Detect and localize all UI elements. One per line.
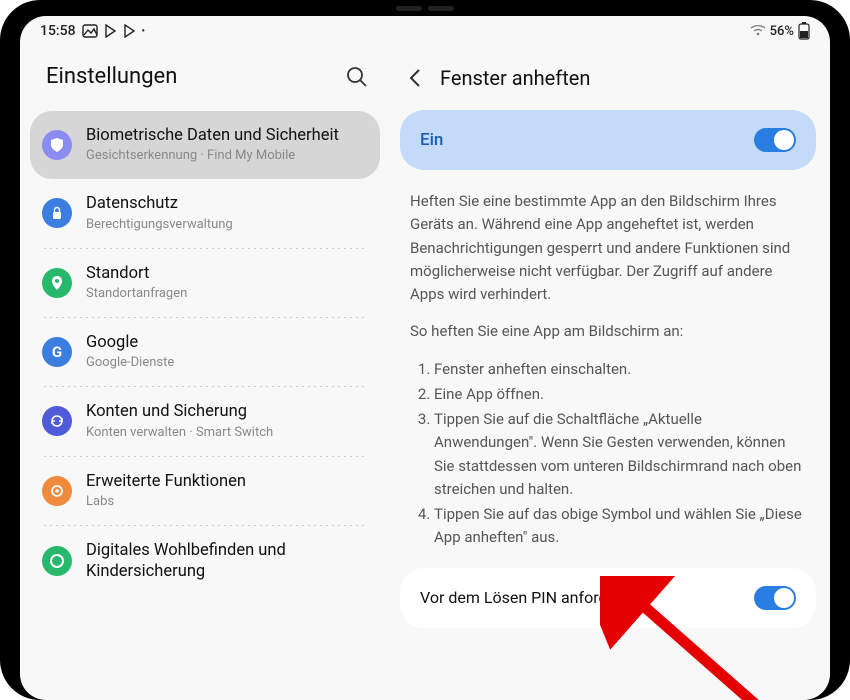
shield-icon — [49, 137, 65, 153]
page-title: Einstellungen — [46, 64, 177, 89]
sidebar-item-digital-wellbeing[interactable]: Digitales Wohlbefinden und Kindersicheru… — [20, 526, 390, 597]
pin-toggle-label: Vor dem Lösen PIN anfordern — [420, 588, 630, 607]
step-item: Tippen Sie auf das obige Symbol und wähl… — [434, 503, 806, 550]
sync-icon — [49, 413, 65, 429]
settings-list[interactable]: Biometrische Daten und Sicherheit Gesich… — [20, 111, 390, 700]
sidebar-item-advanced-features[interactable]: Erweiterte Funktionen Labs — [20, 457, 390, 525]
master-toggle-label: Ein — [420, 130, 443, 150]
search-icon — [346, 66, 368, 88]
description-text: Heften Sie eine bestimmte App an den Bil… — [410, 190, 806, 306]
lock-icon — [50, 206, 64, 220]
status-bar: 15:58 • 56% — [20, 16, 830, 46]
image-icon — [82, 24, 98, 38]
master-toggle-card[interactable]: Ein — [400, 110, 816, 170]
location-pin-icon — [50, 275, 64, 291]
chevron-left-icon — [408, 68, 422, 88]
more-dot-icon: • — [142, 26, 146, 37]
sidebar-item-label: Digitales Wohlbefinden und Kindersicheru… — [86, 540, 372, 583]
sidebar-item-sub: Berechtigungsverwaltung — [86, 217, 233, 234]
detail-page-title: Fenster anheften — [440, 66, 590, 90]
step-item: Fenster anheften einschalten. — [434, 358, 806, 381]
search-button[interactable] — [346, 66, 368, 88]
step-item: Tippen Sie auf die Schaltfläche „Aktuell… — [434, 408, 806, 501]
step-item: Eine App öffnen. — [434, 383, 806, 406]
sidebar-item-sub: Google-Dienste — [86, 355, 174, 372]
sidebar-item-sub: Konten verwalten · Smart Switch — [86, 425, 273, 442]
sidebar-item-google[interactable]: G Google Google-Dienste — [20, 318, 390, 386]
sidebar-item-label: Biometrische Daten und Sicherheit — [86, 125, 339, 146]
master-toggle-switch[interactable] — [754, 128, 796, 152]
sidebar-item-accounts-backup[interactable]: Konten und Sicherung Konten verwalten · … — [20, 387, 390, 455]
sidebar-item-label: Datenschutz — [86, 193, 233, 214]
steps-list: Fenster anheften einschalten. Eine App ö… — [410, 358, 806, 550]
status-battery-text: 56% — [770, 24, 794, 39]
sidebar-item-label: Standort — [86, 263, 187, 284]
sidebar-item-privacy[interactable]: Datenschutz Berechtigungsverwaltung — [20, 179, 390, 247]
pin-toggle-switch[interactable] — [754, 586, 796, 610]
how-to-title: So heften Sie eine App am Bildschirm an: — [410, 320, 806, 343]
settings-gear-icon — [49, 483, 65, 499]
play-icon — [123, 24, 136, 38]
sidebar-item-label: Erweiterte Funktionen — [86, 471, 246, 492]
sidebar-item-sub: Standortanfragen — [86, 286, 187, 303]
wifi-icon — [750, 25, 766, 37]
play-icon — [104, 24, 117, 38]
google-g-icon: G — [52, 343, 62, 361]
sidebar-item-sub: Labs — [86, 494, 246, 511]
description-block: Heften Sie eine bestimmte App an den Bil… — [400, 184, 816, 568]
sidebar-item-location[interactable]: Standort Standortanfragen — [20, 249, 390, 317]
sidebar-item-biometric-security[interactable]: Biometrische Daten und Sicherheit Gesich… — [30, 111, 380, 179]
sidebar-item-label: Konten und Sicherung — [86, 401, 273, 422]
pin-toggle-card[interactable]: Vor dem Lösen PIN anfordern — [400, 568, 816, 628]
battery-icon — [798, 22, 810, 40]
wellbeing-icon — [49, 553, 65, 569]
status-time: 15:58 — [40, 23, 76, 39]
sidebar-item-label: Google — [86, 332, 174, 353]
back-button[interactable] — [404, 64, 426, 92]
tablet-frame: 15:58 • 56% — [0, 0, 850, 700]
sidebar-item-sub: Gesichtserkennung · Find My Mobile — [86, 148, 339, 165]
